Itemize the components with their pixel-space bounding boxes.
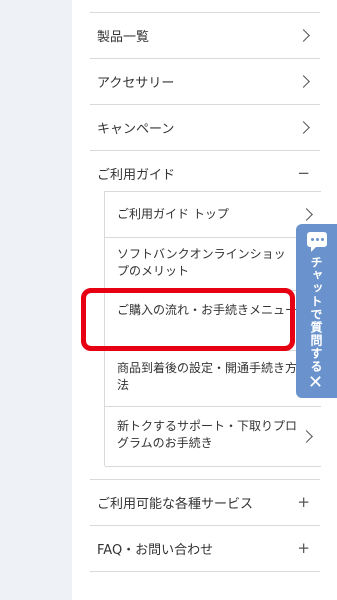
- highlight-box: [81, 288, 295, 351]
- divider: [90, 571, 320, 572]
- submenu-item-label: 新トクするサポート・下取りプログラムのお手続き: [117, 419, 298, 450]
- menu-item-label: 製品一覧: [97, 29, 150, 45]
- chevron-right-icon: [297, 28, 310, 42]
- divider: [105, 466, 321, 467]
- submenu-item-label: ソフトバンクオンラインショップのメリット: [117, 247, 286, 278]
- chevron-right-icon: [300, 208, 313, 221]
- menu-item-services[interactable]: ご利用可能な各種サービス +: [90, 479, 320, 525]
- submenu-item-guide-top[interactable]: ご利用ガイド トップ: [105, 191, 321, 237]
- chevron-right-icon: [297, 120, 310, 134]
- submenu-item-label: ご利用ガイド トップ: [117, 207, 229, 221]
- menu-item-campaign[interactable]: キャンペーン: [90, 104, 320, 150]
- expand-icon: +: [297, 493, 310, 511]
- submenu-item-label: 商品到着後の設定・開通手続き方法: [117, 361, 298, 392]
- submenu-item-setup[interactable]: 商品到着後の設定・開通手続き方法: [105, 350, 321, 406]
- menu-item-accessories[interactable]: アクセサリー: [90, 58, 320, 104]
- menu-item-label: FAQ・お問い合わせ: [97, 542, 214, 558]
- menu-item-label: ご利用ガイド: [97, 167, 176, 183]
- chat-label: チャットで質問する: [309, 256, 323, 373]
- expand-icon: +: [297, 539, 310, 557]
- menu-item-label: アクセサリー: [97, 75, 175, 91]
- submenu-item-trade-in[interactable]: 新トクするサポート・下取りプログラムのお手続き: [105, 406, 321, 466]
- submenu-item-merits[interactable]: ソフトバンクオンラインショップのメリット: [105, 237, 321, 290]
- close-icon[interactable]: ✕: [308, 374, 323, 392]
- left-panel: [0, 0, 72, 600]
- menu-item-label: ご利用可能な各種サービス: [97, 496, 254, 512]
- menu-item-label: キャンペーン: [97, 121, 175, 137]
- menu-item-faq[interactable]: FAQ・お問い合わせ +: [90, 525, 320, 571]
- chat-bubble-icon: [307, 232, 327, 252]
- chevron-right-icon: [300, 430, 313, 443]
- chevron-right-icon: [297, 74, 310, 88]
- menu-item-products[interactable]: 製品一覧: [90, 12, 320, 58]
- collapse-icon: −: [297, 164, 310, 182]
- menu-item-usage-guide[interactable]: ご利用ガイド −: [90, 150, 320, 196]
- chat-widget[interactable]: チャットで質問する ✕: [296, 224, 337, 398]
